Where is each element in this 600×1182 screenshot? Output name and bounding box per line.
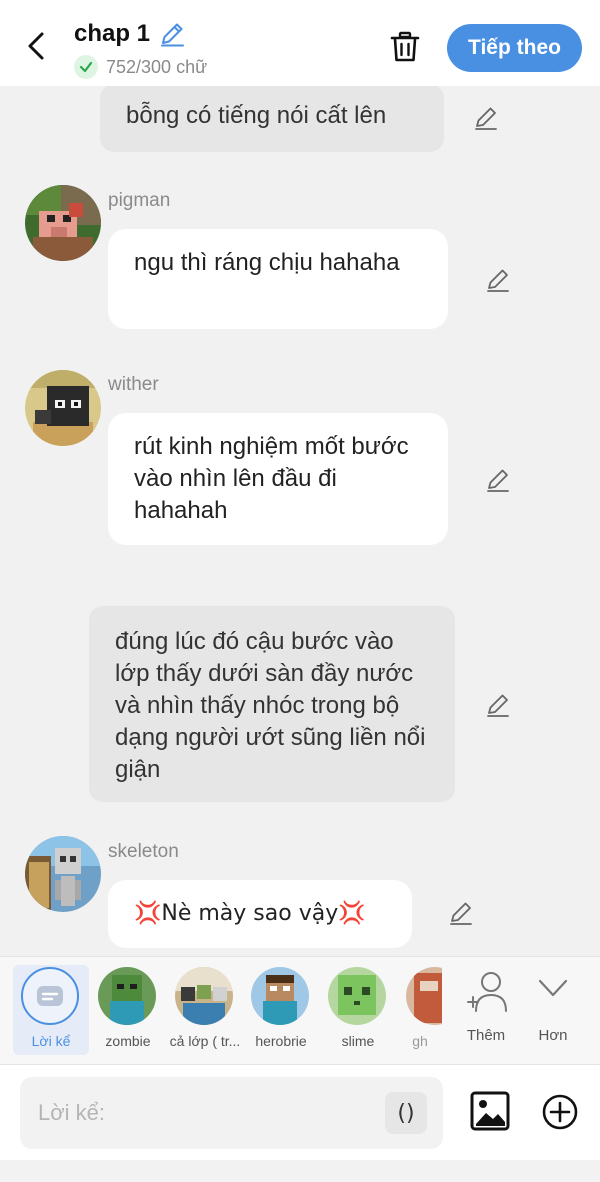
add-character-button[interactable]: Thêm — [456, 969, 516, 1049]
edit-message-icon[interactable] — [447, 899, 475, 927]
trash-icon[interactable] — [388, 30, 422, 64]
story-chat[interactable]: bỗng có tiếng nói cất lên pigman ngu thì… — [0, 86, 600, 956]
character-label: herobrie — [255, 1033, 307, 1049]
bottom-strip — [0, 1160, 600, 1182]
speech-bubble[interactable]: 💢Nè mày sao vậy💢 — [108, 880, 412, 948]
message-input-container: () — [20, 1077, 443, 1149]
add-user-icon — [467, 972, 507, 1012]
narration-icon — [21, 967, 79, 1025]
slime-avatar-icon — [328, 967, 386, 1025]
message-input[interactable] — [38, 1077, 378, 1149]
parenthesis-button[interactable]: () — [385, 1092, 427, 1134]
character-label: cả lớp ( tr... — [169, 1033, 241, 1049]
character-label: slime — [341, 1033, 375, 1049]
wither-avatar-icon — [25, 370, 101, 446]
zombie-avatar-icon — [98, 967, 156, 1025]
edit-message-icon[interactable] — [484, 266, 512, 294]
speech-bubble[interactable]: ngu thì ráng chịu hahaha — [108, 229, 448, 329]
character-name: wither — [108, 374, 159, 395]
add-circle-icon[interactable] — [541, 1093, 579, 1131]
character-name: pigman — [108, 190, 171, 211]
character-ca-lop[interactable]: cả lớp ( tr... — [167, 965, 243, 1055]
edit-title-icon[interactable] — [158, 20, 186, 48]
message-text: 💢Nè mày sao vậy💢 — [134, 901, 366, 926]
avatar[interactable] — [25, 185, 101, 261]
skeleton-avatar-icon — [25, 836, 101, 912]
speech-bubble[interactable]: rút kinh nghiệm mốt bước vào nhìn lên đầ… — [108, 413, 448, 545]
message-text: bỗng có tiếng nói cất lên — [126, 102, 387, 129]
pigman-avatar-icon — [25, 185, 101, 261]
character-narrator[interactable]: Lời kể — [13, 965, 89, 1055]
narration-bubble[interactable]: bỗng có tiếng nói cất lên — [100, 86, 444, 152]
add-label: Thêm — [466, 1027, 506, 1044]
composer: () — [0, 1064, 600, 1160]
narration-bubble[interactable]: đúng lúc đó cậu bước vào lớp thấy dưới s… — [89, 606, 455, 802]
edit-message-icon[interactable] — [484, 466, 512, 494]
character-selector: Lời kể zombie cả lớp ( tr... herobrie sl… — [0, 956, 600, 1064]
word-count: 752/300 chữ — [106, 56, 208, 77]
chapter-title: chap 1 — [74, 20, 151, 47]
character-gh[interactable]: gh — [398, 965, 442, 1055]
edit-message-icon[interactable] — [472, 104, 500, 132]
check-icon — [74, 55, 98, 79]
edit-message-icon[interactable] — [484, 691, 512, 719]
character-label: zombie — [105, 1033, 151, 1049]
herobrine-avatar-icon — [251, 967, 309, 1025]
class-avatar-icon — [175, 967, 233, 1025]
avatar[interactable] — [25, 836, 101, 912]
message-text: rút kinh nghiệm mốt bước vào nhìn lên đầ… — [134, 433, 409, 524]
top-bar: chap 1 752/300 chữ Tiếp theo — [0, 0, 600, 86]
character-herobrie[interactable]: herobrie — [243, 965, 319, 1055]
more-characters-button[interactable]: Hơn — [523, 969, 583, 1049]
message-text: ngu thì ráng chịu hahaha — [134, 249, 400, 276]
ghost-avatar-icon — [406, 967, 442, 1025]
next-button[interactable]: Tiếp theo — [447, 24, 582, 72]
character-label: gh — [412, 1033, 428, 1049]
back-arrow-icon[interactable] — [22, 30, 52, 62]
character-name: skeleton — [108, 841, 179, 862]
more-label: Hơn — [538, 1027, 568, 1044]
character-slime[interactable]: slime — [320, 965, 396, 1055]
avatar[interactable] — [25, 370, 101, 446]
image-icon[interactable] — [470, 1091, 510, 1131]
message-text: đúng lúc đó cậu bước vào lớp thấy dưới s… — [115, 628, 426, 783]
character-label: Lời kể — [31, 1033, 71, 1049]
character-zombie[interactable]: zombie — [90, 965, 166, 1055]
chevron-down-icon — [538, 979, 568, 997]
